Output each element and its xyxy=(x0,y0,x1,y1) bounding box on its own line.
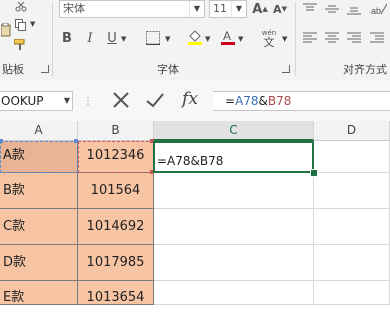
insert-function-icon[interactable]: fx xyxy=(178,87,202,111)
shrink-font-icon[interactable]: A ▼ xyxy=(272,0,288,18)
borders-dropdown-icon[interactable]: ▼ xyxy=(165,35,170,43)
formula-prefix: = xyxy=(225,94,236,108)
cut-icon[interactable] xyxy=(14,1,28,13)
cell-c[interactable] xyxy=(154,245,314,281)
borders-icon[interactable] xyxy=(145,30,161,46)
copy-dropdown-icon[interactable]: ▼ xyxy=(30,20,35,28)
ribbon: ▼ 贴板 宋体 ▼ 11 ▼ A ▲ A ▼ B I U ▼ ▼ ▼ A ▼ wén… xyxy=(0,0,390,81)
top-align-icon[interactable] xyxy=(302,1,318,17)
fill-handle[interactable] xyxy=(310,169,318,177)
name-box[interactable]: OOKUP ▼ xyxy=(0,91,73,111)
formula-ampersand: & xyxy=(258,94,268,108)
indent-icon[interactable] xyxy=(369,30,385,46)
active-cell-editor[interactable]: =A78&B78 xyxy=(153,141,314,173)
font-color-icon[interactable]: A xyxy=(220,28,236,46)
align-center-icon[interactable] xyxy=(324,30,340,46)
phonetic-guide-char: 文 xyxy=(263,36,275,49)
svg-text:ab: ab xyxy=(371,6,381,16)
middle-align-icon[interactable] xyxy=(324,1,340,17)
copy-icon[interactable] xyxy=(14,18,28,32)
cell-d[interactable] xyxy=(314,173,390,209)
font-size-value: 11 xyxy=(213,2,227,15)
cell-a[interactable]: E款 xyxy=(0,281,78,305)
svg-text:A: A xyxy=(223,29,231,43)
cell-b[interactable]: 1012346 xyxy=(78,141,154,173)
orientation-icon[interactable]: ab xyxy=(369,1,389,17)
chevron-down-icon[interactable]: ▼ xyxy=(64,92,70,110)
fill-color-icon[interactable] xyxy=(187,28,203,46)
chevron-down-icon[interactable]: ▼ xyxy=(189,1,204,17)
column-header-b[interactable]: B xyxy=(78,121,154,141)
cell-d[interactable] xyxy=(314,245,390,281)
grow-font-icon[interactable]: A ▲ xyxy=(252,0,268,18)
cell-d[interactable] xyxy=(314,281,390,305)
phonetic-dropdown-icon[interactable]: ▼ xyxy=(282,35,287,43)
ribbon-divider xyxy=(52,2,53,76)
cell-a[interactable]: C款 xyxy=(0,209,78,245)
font-name-value: 宋体 xyxy=(63,2,85,15)
font-group-label: 字体 xyxy=(157,63,179,76)
name-box-value: OOKUP xyxy=(1,94,44,108)
clipboard-launcher-icon[interactable] xyxy=(41,65,49,73)
paste-icon[interactable] xyxy=(0,22,12,38)
chevron-down-icon[interactable]: ▼ xyxy=(231,1,246,17)
clipboard-group-label: 贴板 xyxy=(2,63,24,76)
cancel-icon[interactable] xyxy=(110,89,132,111)
cell-d[interactable] xyxy=(314,209,390,245)
alignment-group-label: 对齐方式 xyxy=(343,63,387,76)
formula-ref-b: B78 xyxy=(267,94,292,108)
cell-b[interactable]: 1014692 xyxy=(78,209,154,245)
align-right-icon[interactable] xyxy=(346,30,362,46)
formula-input[interactable]: =A78&B78 xyxy=(213,91,390,111)
cell-c[interactable] xyxy=(154,173,314,209)
cell-c[interactable] xyxy=(154,209,314,245)
cell-a[interactable]: A款 xyxy=(0,141,78,173)
format-painter-icon[interactable] xyxy=(13,38,29,52)
reference-handle-a[interactable] xyxy=(0,139,3,143)
cell-b[interactable]: 101564 xyxy=(78,173,154,209)
cell-c[interactable] xyxy=(154,281,314,305)
font-launcher-icon[interactable] xyxy=(282,65,290,73)
underline-icon[interactable]: U xyxy=(104,29,120,47)
fill-color-dropdown-icon[interactable]: ▼ xyxy=(205,35,210,43)
formula-ref-a: A78 xyxy=(235,94,259,108)
column-header-a[interactable]: A xyxy=(0,121,78,141)
reference-handle-a[interactable] xyxy=(74,139,78,143)
ribbon-divider xyxy=(295,2,296,76)
italic-icon[interactable]: I xyxy=(82,29,98,47)
cell-a[interactable]: D款 xyxy=(0,245,78,281)
align-left-icon[interactable] xyxy=(302,30,318,46)
bold-icon[interactable]: B xyxy=(59,29,75,47)
formula-bar-grip-icon[interactable]: ⋮ xyxy=(83,93,93,109)
underline-dropdown-icon[interactable]: ▼ xyxy=(121,35,126,43)
column-header-c[interactable]: C xyxy=(154,121,314,141)
cell-a[interactable]: B款 xyxy=(0,173,78,209)
column-header-d[interactable]: D xyxy=(314,121,390,141)
font-color-dropdown-icon[interactable]: ▼ xyxy=(238,35,243,43)
bottom-align-icon[interactable] xyxy=(346,1,362,17)
enter-icon[interactable] xyxy=(144,89,166,111)
cell-b[interactable]: 1017985 xyxy=(78,245,154,281)
cell-b[interactable]: 1013654 xyxy=(78,281,154,305)
font-size-combo[interactable]: 11 ▼ xyxy=(209,0,247,18)
phonetic-guide-icon[interactable]: wén 文 xyxy=(257,27,281,49)
font-name-combo[interactable]: 宋体 ▼ xyxy=(59,0,205,18)
cell-d[interactable] xyxy=(314,141,390,173)
